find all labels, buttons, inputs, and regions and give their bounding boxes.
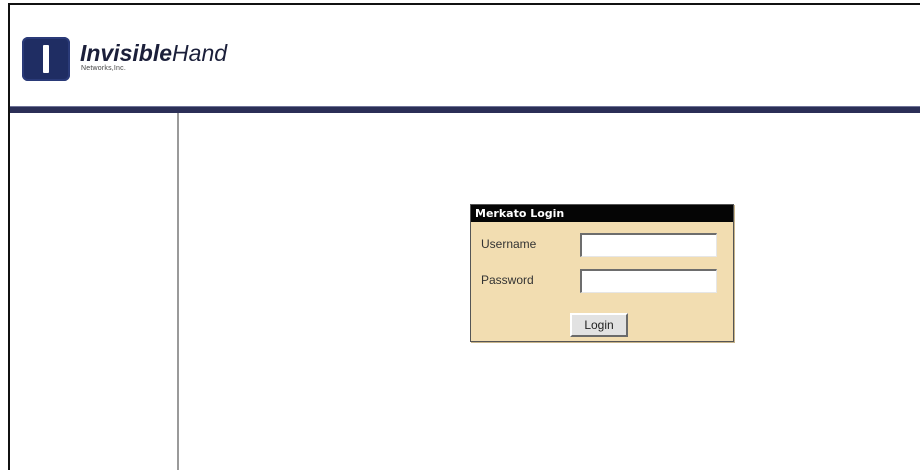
brand-subtitle: Networks,Inc.	[81, 65, 126, 72]
sidebar	[10, 113, 177, 470]
page-frame: InvisibleHand Networks,Inc. Merkato Logi…	[8, 3, 920, 470]
login-panel: Merkato Login Username Password Login	[470, 204, 734, 342]
brand: InvisibleHand Networks,Inc.	[80, 41, 227, 72]
brand-name-bold: Invisible	[80, 40, 173, 66]
password-row: Password	[481, 269, 727, 295]
logo-mark-icon	[22, 37, 70, 81]
login-title: Merkato Login	[471, 205, 733, 222]
header: InvisibleHand Networks,Inc.	[10, 5, 920, 106]
username-row: Username	[481, 233, 727, 259]
username-input[interactable]	[580, 233, 717, 257]
logo-bar	[43, 45, 49, 73]
password-label: Password	[481, 273, 534, 287]
brand-name-light: Hand	[172, 40, 228, 66]
login-button[interactable]: Login	[570, 313, 628, 337]
username-label: Username	[481, 237, 537, 251]
header-rule	[10, 106, 920, 113]
main-content: Merkato Login Username Password Login	[179, 113, 920, 470]
brand-name: InvisibleHand	[80, 41, 227, 65]
password-input[interactable]	[580, 269, 717, 293]
